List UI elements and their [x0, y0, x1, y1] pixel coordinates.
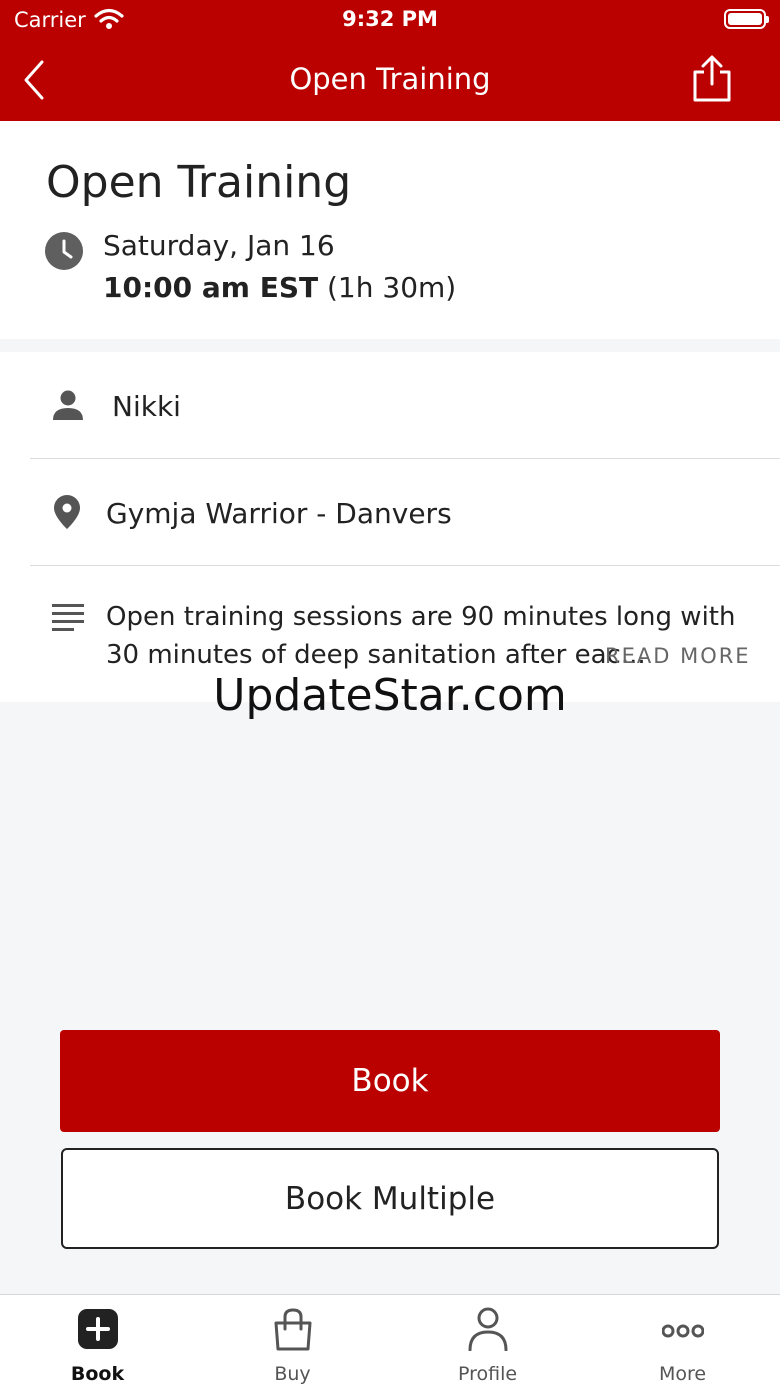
- person-icon: [52, 390, 84, 424]
- battery-icon: [724, 9, 769, 29]
- tab-more-label: More: [658, 1363, 707, 1385]
- plus-square-icon: [77, 1307, 119, 1351]
- book-multiple-button[interactable]: Book Multiple: [61, 1148, 719, 1249]
- read-more-link[interactable]: READ MORE: [605, 644, 751, 668]
- tab-buy[interactable]: Buy: [195, 1295, 390, 1387]
- class-date: Saturday, Jan 16: [103, 229, 335, 262]
- class-details: Nikki Gymja Warrior - Danvers Open train…: [0, 352, 780, 702]
- status-time: 9:32 PM: [342, 7, 438, 31]
- shopping-bag-icon: [272, 1307, 314, 1351]
- watermark: UpdateStar.com: [213, 670, 567, 721]
- status-bar: Carrier 9:32 PM: [0, 0, 780, 40]
- tab-profile-label: Profile: [457, 1363, 518, 1385]
- instructor-row[interactable]: Nikki: [30, 352, 780, 459]
- person-outline-icon: [467, 1307, 509, 1352]
- clock-icon: [45, 232, 83, 270]
- notes-icon: [52, 604, 84, 636]
- location-row[interactable]: Gymja Warrior - Danvers: [30, 459, 780, 566]
- location-name: Gymja Warrior - Danvers: [106, 497, 452, 530]
- instructor-name: Nikki: [112, 390, 181, 423]
- class-header: Open Training Saturday, Jan 16 10:00 am …: [0, 121, 780, 339]
- class-duration: (1h 30m): [327, 271, 457, 304]
- class-time: 10:00 am EST (1h 30m): [103, 271, 456, 304]
- class-start-time: 10:00 am EST: [103, 271, 319, 304]
- tab-more[interactable]: More: [585, 1295, 780, 1387]
- tab-profile[interactable]: Profile: [390, 1295, 585, 1387]
- location-pin-icon: [54, 495, 80, 533]
- tab-book[interactable]: Book: [0, 1295, 195, 1387]
- navigation-bar: Open Training: [0, 40, 780, 121]
- share-icon[interactable]: [690, 54, 734, 104]
- ellipsis-icon: [661, 1307, 705, 1351]
- class-title: Open Training: [46, 157, 352, 208]
- book-button[interactable]: Book: [60, 1030, 720, 1132]
- tab-bar: Book Buy Profile More: [0, 1294, 780, 1387]
- tab-buy-label: Buy: [274, 1363, 311, 1385]
- nav-title: Open Training: [289, 62, 491, 96]
- tab-book-label: Book: [70, 1363, 125, 1385]
